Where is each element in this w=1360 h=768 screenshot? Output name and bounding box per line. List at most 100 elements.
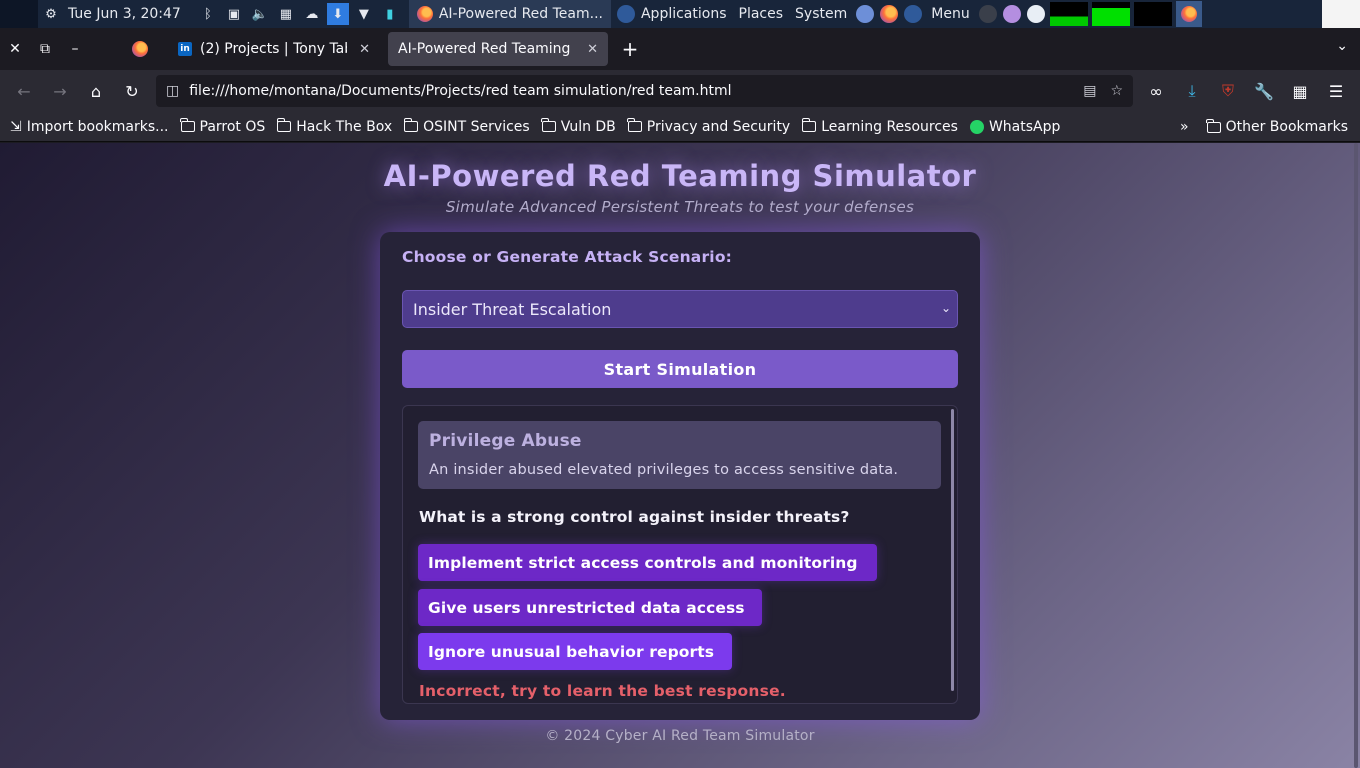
page-title: AI-Powered Red Teaming Simulator [383,159,977,193]
folder-icon [1206,118,1221,133]
navigation-bar: ← → ⌂ ↻ ◫ file:///home/montana/Documents… [0,70,1360,112]
close-tab-icon[interactable]: ✕ [587,42,598,57]
page-content: AI-Powered Red Teaming Simulator Simulat… [0,143,1360,768]
firefox-window-icon[interactable] [1175,1,1202,27]
menu-places[interactable]: Places [739,6,784,22]
bookmark-folder-hack-the-box[interactable]: Hack The Box [276,118,392,135]
bookmark-star-icon[interactable]: ☆ [1110,83,1123,99]
tab-label: AI-Powered Red Teaming Sim [398,41,575,57]
folder-icon [403,118,419,132]
close-tab-icon[interactable]: ✕ [359,42,370,57]
cpu-graph [1049,2,1088,26]
parrot-menu-icon[interactable] [904,5,923,23]
close-window-icon[interactable]: ✕ [0,28,30,70]
url-text[interactable]: file:///home/montana/Documents/Projects/… [189,83,1069,99]
new-tab-icon[interactable]: + [614,33,646,65]
cloud-icon[interactable]: ☁ [301,3,323,25]
whatsapp-icon [969,119,984,134]
battery-icon[interactable]: ▮ [379,3,401,25]
panel-right-box [1322,0,1360,28]
bookmark-folder-vuln-db[interactable]: Vuln DB [541,118,616,135]
url-bar[interactable]: ◫ file:///home/montana/Documents/Project… [156,75,1133,107]
tab-label: (2) Projects | Tony Tabwa [200,41,347,57]
menu-applications[interactable]: Applications [641,6,727,22]
list-all-tabs-icon[interactable]: ⌄ [1336,38,1348,54]
page-scrollbar[interactable] [1354,143,1358,768]
parrot-logo-icon[interactable] [616,5,635,23]
clock[interactable]: Tue Jun 3, 20:47 [68,6,181,22]
taskbar-window-title: AI-Powered Red Team... [438,6,603,22]
bookmark-folder-osint[interactable]: OSINT Services [403,118,530,135]
menu-system[interactable]: System [795,6,847,22]
text-editor-icon[interactable] [1002,5,1021,23]
chevron-down-icon: ⌄ [940,301,951,315]
page-subtitle: Simulate Advanced Persistent Threats to … [445,198,915,216]
answer-option-2[interactable]: Give users unrestricted data access [418,589,762,626]
reader-view-icon[interactable]: ▤ [1083,83,1096,99]
forward-icon[interactable]: → [42,75,78,107]
device-icon[interactable]: ▦ [275,3,297,25]
bookmarks-overflow-icon[interactable]: » [1180,119,1189,135]
back-icon[interactable]: ← [6,75,42,107]
ublock-icon[interactable]: ⛨ [1212,75,1244,107]
scenario-stage-card: Privilege Abuse An insider abused elevat… [418,421,941,489]
page-info-icon[interactable]: ◫ [166,83,179,99]
folder-icon [627,118,642,132]
folder-icon [541,118,556,132]
stage-description: An insider abused elevated privileges to… [429,462,899,478]
display-icon[interactable]: ▣ [223,3,245,25]
tools-wrench-icon[interactable]: 🔧 [1248,75,1280,107]
feedback-message: Incorrect, try to learn the best respons… [419,682,786,700]
scenario-label: Choose or Generate Attack Scenario: [402,248,733,266]
scenario-select[interactable]: Insider Threat Escalation ⌄ [402,290,958,328]
scenario-select-value: Insider Threat Escalation [413,299,612,319]
tab-red-team[interactable]: AI-Powered Red Teaming Sim ✕ [388,32,608,66]
downloads-icon[interactable]: ⤓ [1176,75,1208,107]
bookmark-folder-privacy[interactable]: Privacy and Security [627,118,790,135]
minimize-window-icon[interactable]: – [60,28,90,70]
panel-left-spacer [0,0,38,28]
linkedin-icon: in [178,42,192,56]
start-simulation-button[interactable]: Start Simulation [402,350,958,388]
bookmark-folder-learning[interactable]: Learning Resources [801,118,958,135]
network-graph [1133,2,1172,26]
restore-window-icon[interactable]: ⧉ [30,28,60,70]
extensions-icon[interactable]: ▦ [1284,75,1316,107]
chromium-icon[interactable] [856,5,875,23]
reload-icon[interactable]: ↻ [114,75,150,107]
firefox-view-icon[interactable] [132,41,148,57]
simulator-card: Choose or Generate Attack Scenario: Insi… [380,232,980,720]
firefox-icon [416,6,433,22]
footer: © 2024 Cyber AI Red Team Simulator [545,728,815,744]
launcher-icon[interactable]: ⚙ [40,3,62,25]
volume-icon[interactable]: 🔈 [249,3,271,25]
bookmark-folder-parrot-os[interactable]: Parrot OS [180,118,265,135]
private-mask-icon[interactable]: ∞ [1140,75,1172,107]
download-icon[interactable]: ⬇ [326,3,349,25]
bookmark-other[interactable]: Other Bookmarks [1206,118,1348,135]
bookmark-import[interactable]: ⇲ Import bookmarks... [10,119,169,135]
tab-linkedin[interactable]: in (2) Projects | Tony Tabwa ✕ [168,32,380,66]
answer-option-1[interactable]: Implement strict access controls and mon… [418,544,877,581]
simulation-scrollbar[interactable] [951,409,954,691]
wifi-icon[interactable]: ▼ [353,3,375,25]
settings-icon[interactable] [1026,5,1045,23]
terminal-icon[interactable] [978,5,997,23]
memory-graph [1091,2,1130,26]
firefox-launcher-icon[interactable] [880,5,899,23]
simulation-panel: Privilege Abuse An insider abused elevat… [402,405,958,704]
folder-icon [801,118,817,132]
folder-icon [276,118,292,132]
answer-option-3[interactable]: Ignore unusual behavior reports [418,633,732,670]
taskbar-active-window[interactable]: AI-Powered Red Team... [408,0,611,28]
tab-strip: ✕ ⧉ – in (2) Projects | Tony Tabwa ✕ AI-… [0,28,1360,70]
folder-icon [180,118,195,132]
question-text: What is a strong control against insider… [419,508,850,526]
bluetooth-icon[interactable]: ᛒ [197,3,219,25]
stage-title: Privilege Abuse [429,431,582,451]
app-menu-icon[interactable]: ☰ [1320,75,1352,107]
menu-button[interactable]: Menu [931,6,969,22]
home-icon[interactable]: ⌂ [78,75,114,107]
import-icon: ⇲ [10,118,22,135]
bookmark-whatsapp[interactable]: WhatsApp [969,119,1060,135]
